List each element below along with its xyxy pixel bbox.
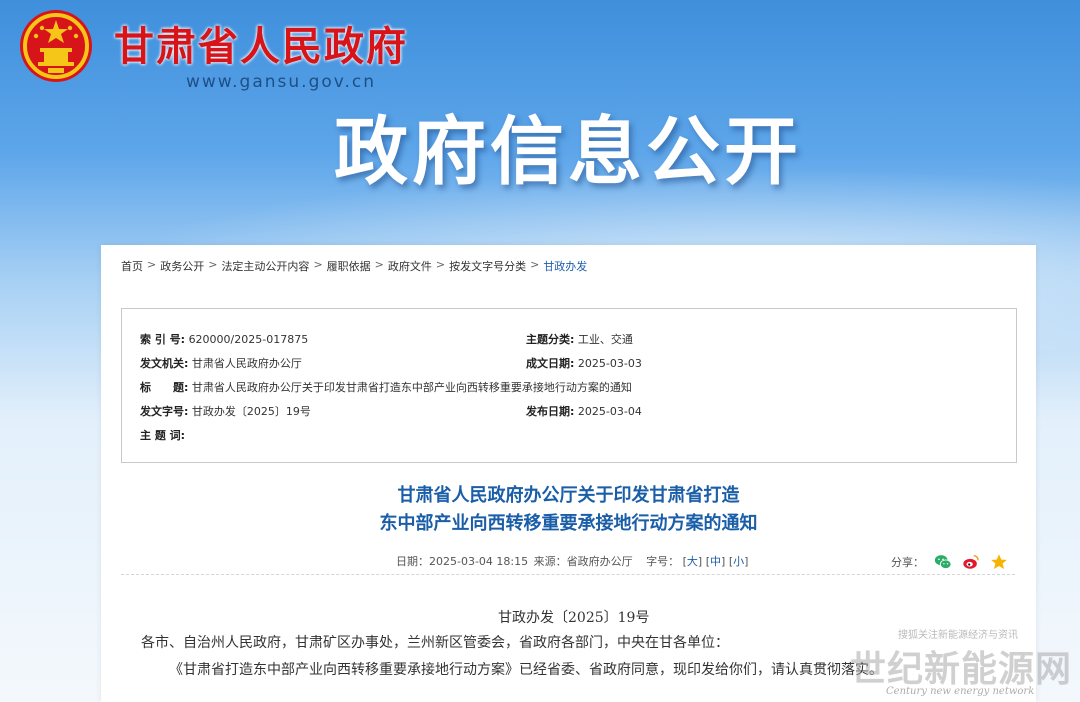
document-source: 来源：省政府办公厅 xyxy=(533,555,633,568)
meta-doc-number-label: 发文字号: xyxy=(140,405,189,418)
national-emblem-icon[interactable] xyxy=(18,8,94,84)
meta-written-date: 成文日期: 2025-03-03 xyxy=(526,355,642,371)
breadcrumb-separator: > xyxy=(208,258,218,271)
meta-index-value: 620000/2025-017875 xyxy=(188,333,309,346)
site-title[interactable]: 甘肃省人民政府 xyxy=(114,14,408,72)
breadcrumb-separator: > xyxy=(374,258,384,271)
breadcrumb-current[interactable]: 甘政办发 xyxy=(543,258,587,274)
page-banner: 政府信息公开 xyxy=(334,109,802,195)
meta-doc-number: 发文字号: 甘政办发〔2025〕19号 xyxy=(140,403,311,419)
document-title-line-1: 甘肃省人民政府办公厅关于印发甘肃省打造 xyxy=(397,485,740,506)
document-metadata-box: 索 引 号: 620000/2025-017875 主题分类: 工业、交通 发文… xyxy=(121,308,1017,463)
font-size-medium-button[interactable]: 中 xyxy=(710,555,721,568)
font-size-large-button[interactable]: 大 xyxy=(687,555,698,568)
font-size-bracket: ] xyxy=(744,555,749,568)
breadcrumb: 首页 > 政务公开 > 法定主动公开内容 > 履职依据 > 政府文件 > 按发文字号分类 >… xyxy=(121,258,587,274)
share-label: 分享： xyxy=(891,556,924,569)
site-url[interactable]: www.gansu.gov.cn xyxy=(186,72,376,92)
publish-date: 日期：2025-03-04 18:15 xyxy=(396,555,529,568)
meta-topic-value: 工业、交通 xyxy=(577,333,633,346)
meta-issuer: 发文机关: 甘肃省人民政府办公厅 xyxy=(140,355,302,371)
meta-title-label: 标 题: xyxy=(140,381,189,394)
breadcrumb-separator: > xyxy=(530,258,540,271)
qzone-star-icon[interactable] xyxy=(990,553,1008,571)
meta-doc-number-value: 甘政办发〔2025〕19号 xyxy=(191,405,311,418)
meta-index-label: 索 引 号: xyxy=(140,333,186,346)
weibo-icon[interactable] xyxy=(962,553,980,571)
meta-publish-date-value: 2025-03-04 xyxy=(577,405,642,418)
addressees-paragraph: 各市、自治州人民政府，甘肃矿区办事处，兰州新区管委会，省政府各部门，中央在甘各单… xyxy=(141,635,729,651)
meta-issuer-label: 发文机关: xyxy=(140,357,189,370)
meta-written-date-label: 成文日期: xyxy=(526,357,575,370)
breadcrumb-duty-basis[interactable]: 履职依据 xyxy=(327,258,371,274)
share-bar: 分享： xyxy=(891,553,1008,571)
breadcrumb-government-documents[interactable]: 政府文件 xyxy=(388,258,432,274)
breadcrumb-statutory-disclosure[interactable]: 法定主动公开内容 xyxy=(221,258,309,274)
meta-topic: 主题分类: 工业、交通 xyxy=(526,331,633,347)
body-paragraph-1: 《甘肃省打造东中部产业向西转移重要承接地行动方案》已经省委、省政府同意，现印发给… xyxy=(169,662,883,678)
meta-publish-date: 发布日期: 2025-03-04 xyxy=(526,403,642,419)
meta-title: 标 题: 甘肃省人民政府办公厅关于印发甘肃省打造东中部产业向西转移重要承接地行动… xyxy=(140,379,632,395)
font-size-small-button[interactable]: 小 xyxy=(733,555,744,568)
font-size-bracket: ] xyxy=(697,555,703,568)
meta-index: 索 引 号: 620000/2025-017875 xyxy=(140,331,308,347)
meta-title-value: 甘肃省人民政府办公厅关于印发甘肃省打造东中部产业向西转移重要承接地行动方案的通知 xyxy=(191,381,632,394)
wechat-icon[interactable] xyxy=(934,553,952,571)
breadcrumb-separator: > xyxy=(313,258,323,271)
breadcrumb-by-doc-number[interactable]: 按发文字号分类 xyxy=(449,258,526,274)
watermark-english: Century new energy network xyxy=(886,686,1035,697)
meta-issuer-value: 甘肃省人民政府办公厅 xyxy=(191,357,302,370)
meta-keywords-label: 主 题 词: xyxy=(140,429,186,442)
meta-written-date-value: 2025-03-03 xyxy=(577,357,642,370)
font-size-label: 字号： xyxy=(646,555,680,568)
breadcrumb-separator: > xyxy=(435,258,446,271)
meta-publish-date-label: 发布日期: xyxy=(526,405,575,418)
meta-topic-label: 主题分类: xyxy=(526,333,575,346)
watermark-caption: 搜狐关注新能源经济与资讯 xyxy=(896,626,1020,641)
breadcrumb-separator: > xyxy=(147,258,157,271)
document-info-line: 日期：2025-03-04 18:15 来源：省政府办公厅 字号： [大] [中… xyxy=(396,553,748,569)
meta-keywords: 主 题 词: xyxy=(140,427,185,443)
section-divider xyxy=(121,574,1015,575)
watermark-logo-text: 世纪新能源网 xyxy=(850,648,1073,690)
font-size-bracket: ] xyxy=(721,555,726,568)
document-number: 甘政办发〔2025〕19号 xyxy=(498,610,650,626)
breadcrumb-government-affairs[interactable]: 政务公开 xyxy=(160,258,204,274)
breadcrumb-home[interactable]: 首页 xyxy=(121,258,143,274)
document-title-line-2: 东中部产业向西转移重要承接地行动方案的通知 xyxy=(379,513,758,534)
